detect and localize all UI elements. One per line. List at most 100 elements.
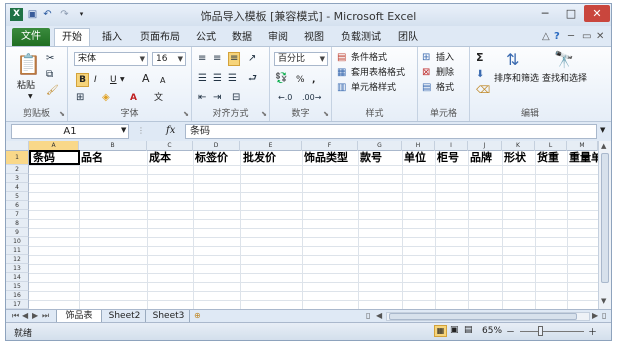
column-header-i[interactable]: I <box>435 141 468 151</box>
row-header[interactable]: 15 <box>6 282 29 291</box>
tab-review[interactable]: 审阅 <box>262 29 294 46</box>
row-header[interactable]: 7 <box>6 210 29 219</box>
normal-view-icon[interactable]: ▦ <box>434 325 447 337</box>
help-icon[interactable]: ? <box>554 31 560 42</box>
scroll-left-icon[interactable]: ◀ <box>376 311 382 320</box>
cell-l1[interactable]: 货重 <box>537 151 567 164</box>
cell-i1[interactable]: 柜号 <box>437 151 468 164</box>
align-center-icon[interactable]: ☰ <box>213 73 222 85</box>
row-header-1[interactable]: 1 <box>6 151 29 165</box>
format-as-table-button[interactable]: 套用表格格式 <box>351 67 405 79</box>
row-header[interactable]: 4 <box>6 183 29 192</box>
phonetic-icon[interactable]: 文 <box>154 92 163 104</box>
cell-a1[interactable]: 条码 <box>29 150 80 165</box>
decrease-decimal-icon[interactable]: .00→ <box>302 92 321 104</box>
next-sheet-icon[interactable]: ▶ <box>32 311 38 320</box>
align-top-icon[interactable]: ≡ <box>198 53 206 65</box>
column-header-h[interactable]: H <box>402 141 435 151</box>
tab-team[interactable]: 团队 <box>392 29 424 46</box>
merge-center-icon[interactable]: ⊟ <box>232 92 240 104</box>
name-box[interactable]: A1 <box>11 124 129 139</box>
align-left-icon[interactable]: ☰ <box>198 73 207 85</box>
comma-button[interactable]: , <box>312 74 315 86</box>
fill-color-icon[interactable]: ◈ <box>102 92 110 104</box>
row-header[interactable]: 17 <box>6 300 29 309</box>
row-header[interactable]: 12 <box>6 255 29 264</box>
column-header-d[interactable]: D <box>193 141 240 151</box>
row-header[interactable]: 14 <box>6 273 29 282</box>
cell-g1[interactable]: 款号 <box>360 151 402 164</box>
tab-formulas[interactable]: 公式 <box>190 29 222 46</box>
paste-dropdown-icon[interactable]: ▼ <box>28 91 33 103</box>
cut-icon[interactable]: ✂ <box>46 53 54 65</box>
formula-expand-icon[interactable]: ⋮ <box>137 126 145 135</box>
cell-c1[interactable]: 成本 <box>149 151 193 164</box>
row-header[interactable]: 3 <box>6 174 29 183</box>
sort-filter-button[interactable]: 排序和筛选 <box>494 73 539 85</box>
wrap-text-icon[interactable]: ⮐ <box>248 73 257 85</box>
alignment-launcher-icon[interactable]: ⬊ <box>261 110 267 118</box>
doc-minimize-icon[interactable]: ─ <box>568 31 574 42</box>
insert-sheet-icon[interactable]: ⊕ <box>194 311 201 320</box>
zoom-slider-track[interactable] <box>520 331 584 332</box>
align-middle-icon[interactable]: ≡ <box>213 53 221 65</box>
zoom-in-button[interactable]: ＋ <box>588 325 597 338</box>
column-header-j[interactable]: J <box>468 141 502 151</box>
prev-sheet-icon[interactable]: ◀ <box>22 311 28 320</box>
cell-h1[interactable]: 单位 <box>404 151 435 164</box>
increase-indent-icon[interactable]: ⇥ <box>213 92 221 104</box>
delete-button[interactable]: 删除 <box>436 67 454 79</box>
column-header-b[interactable]: B <box>79 141 147 151</box>
align-bottom-icon[interactable]: ≡ <box>228 52 241 66</box>
name-box-dropdown-icon[interactable]: ▼ <box>121 126 126 134</box>
vertical-scrollbar[interactable]: ▲ ▼ <box>598 141 611 309</box>
zoom-slider-thumb[interactable] <box>538 326 543 336</box>
horizontal-scrollbar[interactable] <box>386 312 590 321</box>
row-header[interactable]: 5 <box>6 192 29 201</box>
tab-load-test[interactable]: 负载测试 <box>334 29 388 46</box>
underline-button[interactable]: U <box>110 74 117 86</box>
increase-decimal-icon[interactable]: ←.0 <box>278 92 292 104</box>
row-header[interactable]: 9 <box>6 228 29 237</box>
row-header[interactable]: 13 <box>6 264 29 273</box>
fill-icon[interactable]: ⬇ <box>476 69 484 81</box>
insert-button[interactable]: 插入 <box>436 52 454 64</box>
scroll-down-icon[interactable]: ▼ <box>601 297 606 305</box>
row-header[interactable]: 2 <box>6 165 29 174</box>
first-sheet-icon[interactable]: ⏮ <box>12 311 19 321</box>
percent-button[interactable]: % <box>296 74 305 86</box>
font-launcher-icon[interactable]: ⬊ <box>183 110 189 118</box>
maximize-button[interactable]: □ <box>558 5 584 22</box>
format-painter-icon[interactable]: 🖌 <box>46 85 59 97</box>
underline-dropdown-icon[interactable]: ▼ <box>120 74 125 86</box>
insert-function-icon[interactable]: fx <box>166 125 175 136</box>
column-header-m[interactable]: M <box>567 141 598 151</box>
scroll-up-icon[interactable]: ▲ <box>601 142 606 150</box>
page-break-view-icon[interactable]: ▤ <box>464 325 473 335</box>
spreadsheet-grid[interactable]: A B C D E F G H I J K L M 1 2 3 4 5 6 7 … <box>6 141 611 309</box>
cell-styles-button[interactable]: 单元格样式 <box>351 82 396 94</box>
row-header[interactable]: 10 <box>6 237 29 246</box>
column-header-k[interactable]: K <box>502 141 535 151</box>
column-header-l[interactable]: L <box>535 141 567 151</box>
paste-icon[interactable]: 📋 <box>16 53 41 75</box>
align-right-icon[interactable]: ☰ <box>228 73 237 85</box>
autosum-button[interactable]: Σ <box>476 52 484 64</box>
cell-d1[interactable]: 标签价 <box>195 151 240 164</box>
font-name-select[interactable]: 宋体 ▼ <box>74 52 148 66</box>
hsplit-icon[interactable]: ▯ <box>602 311 606 320</box>
bold-button[interactable]: B <box>76 73 89 87</box>
last-sheet-icon[interactable]: ⏭ <box>42 311 49 321</box>
tab-insert[interactable]: 插入 <box>94 29 130 46</box>
row-header[interactable]: 11 <box>6 246 29 255</box>
format-button[interactable]: 格式 <box>436 82 454 94</box>
column-header-e[interactable]: E <box>240 141 302 151</box>
page-layout-view-icon[interactable]: ▣ <box>450 325 459 335</box>
copy-icon[interactable]: ⧉ <box>46 69 53 81</box>
find-select-button[interactable]: 查找和选择 <box>542 73 587 85</box>
cell-j1[interactable]: 品牌 <box>470 151 502 164</box>
shrink-font-button[interactable]: A <box>160 75 165 87</box>
row-header[interactable]: 6 <box>6 201 29 210</box>
conditional-format-button[interactable]: 条件格式 <box>351 52 387 64</box>
cell-f1[interactable]: 饰品类型 <box>304 151 358 164</box>
